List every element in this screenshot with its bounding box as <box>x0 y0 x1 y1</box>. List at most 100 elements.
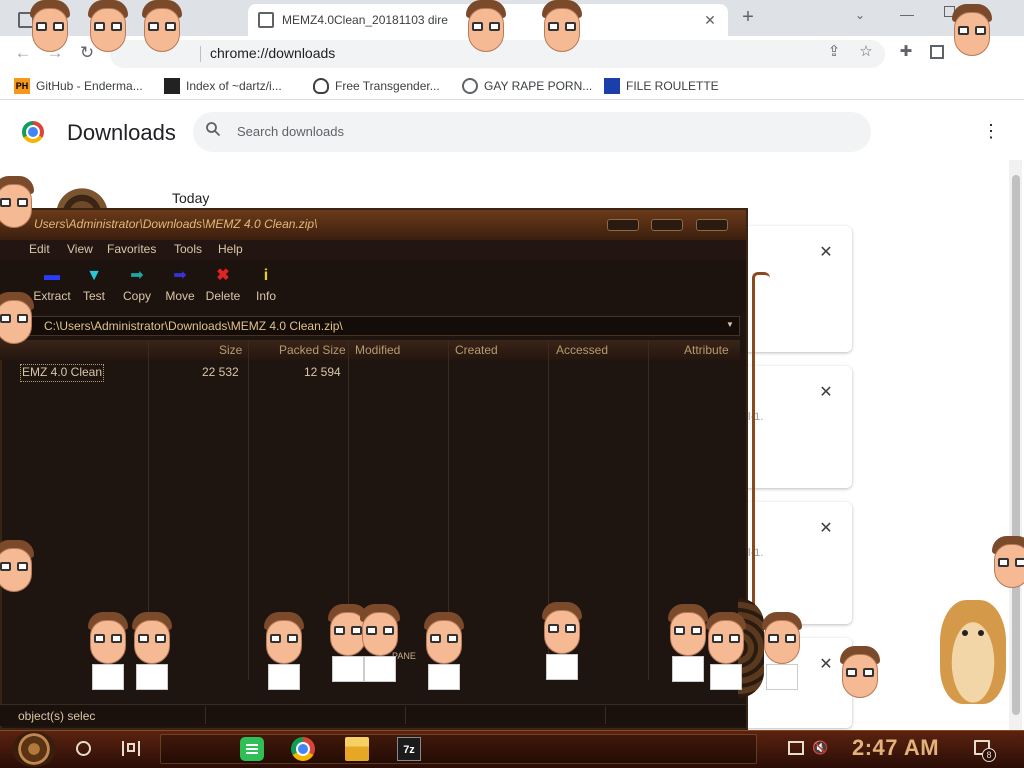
delete-button[interactable]: ✖ Delete <box>201 266 245 303</box>
cartoon-head-icon <box>540 602 584 680</box>
cartoon-head-icon <box>130 612 174 690</box>
bookmark-label: Index of ~dartz/i... <box>186 79 282 93</box>
producthunt-icon: PH <box>14 78 30 94</box>
cartoon-head-icon <box>28 0 72 54</box>
test-button[interactable]: ▼ Test <box>72 266 116 303</box>
column-modified[interactable]: Modified <box>355 343 400 357</box>
remove-download-icon[interactable]: ✕ <box>818 518 834 538</box>
move-icon: ➡ <box>173 267 187 284</box>
close-tab-icon[interactable]: ✕ <box>702 12 718 29</box>
mask-icon <box>313 78 329 94</box>
bookmark-label: Free Transgender... <box>335 79 440 93</box>
more-options-icon[interactable]: ⋮ <box>982 122 1000 140</box>
copy-button[interactable]: ➡ Copy <box>115 266 159 303</box>
file-name[interactable]: EMZ 4.0 Clean <box>22 365 102 379</box>
page-title: Downloads <box>67 120 176 145</box>
7zip-icon[interactable]: 7z <box>397 737 421 761</box>
cartoon-head-icon <box>86 612 130 690</box>
cartoon-head-icon <box>86 0 130 54</box>
side-panel-icon[interactable] <box>930 45 944 59</box>
extensions-icon[interactable]: ✚ <box>896 42 916 62</box>
volume-muted-icon[interactable]: 🔇 <box>812 740 828 756</box>
address-url[interactable]: chrome://downloads <box>210 45 335 61</box>
column-divider <box>648 340 649 680</box>
cartoon-head-icon <box>704 612 748 690</box>
file-roulette-icon <box>604 78 620 94</box>
cartoon-head-icon <box>0 540 36 594</box>
date-section-label: Today <box>172 190 210 206</box>
spotify-icon[interactable] <box>240 737 264 761</box>
info-icon: i <box>263 267 269 284</box>
address-divider <box>200 46 201 62</box>
bookmark-file-roulette[interactable]: FILE ROULETTE <box>604 77 719 95</box>
test-icon: ▼ <box>86 267 102 284</box>
hamster-icon <box>940 600 1006 704</box>
remove-download-icon[interactable]: ✕ <box>818 654 834 674</box>
7zip-window-title: Users\Administrator\Downloads\MEMZ 4.0 C… <box>34 217 318 231</box>
tab-search-chevron-icon[interactable]: ⌄ <box>855 8 865 22</box>
extract-button[interactable]: ▬ Extract <box>30 266 74 303</box>
column-attributes[interactable]: Attribute <box>684 343 729 357</box>
site-icon <box>164 78 180 94</box>
network-icon[interactable] <box>788 741 804 755</box>
dropdown-arrow-icon[interactable]: ▼ <box>726 320 734 329</box>
cartoon-head-icon <box>464 0 508 54</box>
delete-icon: ✖ <box>216 267 230 284</box>
share-icon[interactable]: ⇪ <box>824 42 844 62</box>
remove-download-icon[interactable]: ✕ <box>818 382 834 402</box>
task-view-icon[interactable] <box>122 741 140 756</box>
menu-tools[interactable]: Tools <box>174 242 202 256</box>
bookmark-star-icon[interactable]: ☆ <box>856 42 876 62</box>
bookmark-index-dartz[interactable]: Index of ~dartz/i... <box>164 77 282 95</box>
cartoon-head-icon <box>262 612 306 690</box>
column-divider <box>248 340 249 680</box>
bookmark-free-transgender[interactable]: Free Transgender... <box>313 77 440 95</box>
bookmark-label: FILE ROULETTE <box>626 79 719 93</box>
7zip-path[interactable]: C:\Users\Administrator\Downloads\MEMZ 4.… <box>44 319 343 333</box>
column-size[interactable]: Size <box>219 343 242 357</box>
menu-favorites[interactable]: Favorites <box>107 242 156 256</box>
bookmark-gay-rape[interactable]: GAY RAPE PORN... <box>462 77 592 95</box>
7zip-minimize-button[interactable] <box>607 219 639 231</box>
bookmark-github[interactable]: PH GitHub - Enderma... <box>14 77 143 95</box>
cartoon-head-icon <box>140 0 184 54</box>
new-tab-button[interactable]: + <box>736 6 760 29</box>
cartoon-head-icon <box>990 536 1024 590</box>
move-button[interactable]: ➡ Move <box>158 266 202 303</box>
7zip-close-button[interactable] <box>696 219 728 231</box>
menu-help[interactable]: Help <box>218 242 243 256</box>
cartoon-head-icon <box>760 612 804 690</box>
chrome-icon[interactable] <box>291 737 315 761</box>
cartoon-head-icon <box>358 604 402 682</box>
search-placeholder: Search downloads <box>237 124 344 139</box>
globe-icon <box>462 78 478 94</box>
cartoon-head-icon <box>0 176 36 230</box>
notification-count-badge: 8 <box>982 748 996 762</box>
cartoon-head-icon <box>838 646 882 700</box>
page-favicon-icon <box>258 12 274 28</box>
column-packed-size[interactable]: Packed Size <box>279 343 346 357</box>
7zip-status-bar <box>0 704 746 726</box>
7zip-maximize-button[interactable] <box>651 219 683 231</box>
menu-view[interactable]: View <box>67 242 93 256</box>
search-icon <box>206 122 221 137</box>
file-explorer-icon[interactable] <box>345 737 369 761</box>
minimize-button[interactable]: — <box>900 6 914 22</box>
column-accessed[interactable]: Accessed <box>556 343 608 357</box>
menu-edit[interactable]: Edit <box>29 242 50 256</box>
status-divider <box>405 706 406 724</box>
remove-download-icon[interactable]: ✕ <box>818 242 834 262</box>
status-divider <box>205 706 206 724</box>
taskbar-clock[interactable]: 2:47 AM <box>852 735 939 761</box>
cartoon-head-icon <box>950 4 994 58</box>
chrome-logo-icon <box>22 121 44 143</box>
search-circle-icon[interactable] <box>76 741 91 756</box>
bookmark-label: GAY RAPE PORN... <box>484 79 593 93</box>
column-created[interactable]: Created <box>455 343 498 357</box>
status-text: object(s) selec <box>18 709 96 723</box>
scrollbar-thumb[interactable] <box>1012 175 1020 715</box>
cartoon-head-icon <box>422 612 466 690</box>
info-button[interactable]: i Info <box>244 266 288 303</box>
start-button[interactable] <box>12 731 56 767</box>
cartoon-head-icon <box>0 292 36 346</box>
